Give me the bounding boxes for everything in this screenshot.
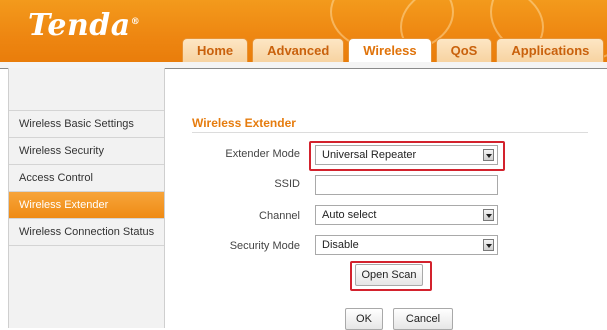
chevron-down-icon[interactable] [483, 209, 494, 221]
open-scan-button[interactable]: Open Scan [355, 264, 423, 286]
extender-mode-value: Universal Repeater [322, 149, 417, 161]
sidebar-item-wireless-security[interactable]: Wireless Security [9, 138, 164, 165]
tab-advanced[interactable]: Advanced [252, 38, 345, 62]
chevron-down-icon[interactable] [483, 149, 494, 161]
sidebar-item-access-control[interactable]: Access Control [9, 165, 164, 192]
security-mode-value: Disable [322, 239, 359, 251]
main-tabs: Home Advanced Wireless QoS Applications [182, 38, 605, 62]
channel-value: Auto select [322, 209, 377, 221]
security-mode-label: Security Mode [229, 240, 300, 252]
sidebar-item-wireless-connection-status[interactable]: Wireless Connection Status [9, 219, 164, 246]
ok-button[interactable]: OK [345, 308, 383, 330]
tab-qos[interactable]: QoS [435, 38, 493, 62]
tab-applications[interactable]: Applications [496, 38, 605, 62]
ssid-input[interactable] [315, 175, 498, 195]
security-mode-select[interactable]: Disable [315, 235, 498, 255]
sidebar-spacer [9, 68, 164, 111]
logo-text: Tenda [28, 8, 131, 43]
trademark-mark: ® [130, 17, 141, 27]
page-title: Wireless Extender [192, 116, 296, 130]
cancel-button[interactable]: Cancel [393, 308, 453, 330]
sidebar-item-wireless-basic-settings[interactable]: Wireless Basic Settings [9, 111, 164, 138]
tab-home[interactable]: Home [182, 38, 249, 62]
sidebar-item-wireless-extender[interactable]: Wireless Extender [9, 192, 164, 219]
tab-wireless[interactable]: Wireless [348, 38, 432, 62]
sidebar: Wireless Basic Settings Wireless Securit… [8, 68, 165, 328]
ssid-label: SSID [274, 178, 300, 190]
header-bar: Tenda® Home Advanced Wireless QoS Applic… [0, 0, 607, 62]
chevron-down-icon[interactable] [483, 239, 494, 251]
title-divider [192, 132, 588, 133]
extender-mode-label: Extender Mode [225, 148, 300, 160]
channel-select[interactable]: Auto select [315, 205, 498, 225]
extender-mode-select[interactable]: Universal Repeater [315, 145, 498, 165]
tenda-logo[interactable]: Tenda® [28, 8, 140, 43]
channel-label: Channel [259, 210, 300, 222]
